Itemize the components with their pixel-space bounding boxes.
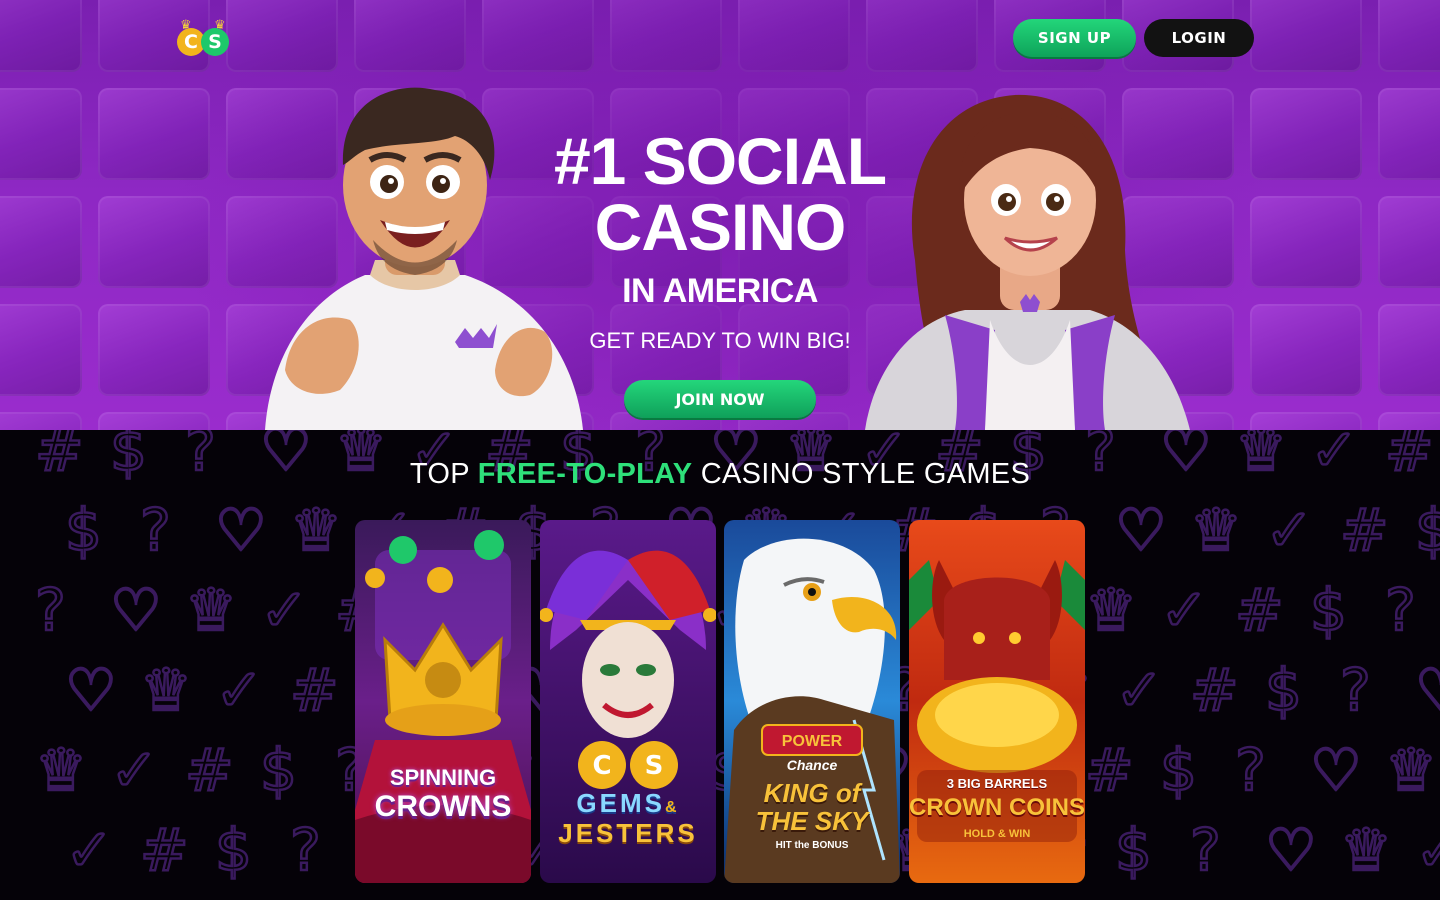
doodle-glyph: ♡	[1310, 736, 1362, 804]
logo-letter-s: S	[201, 28, 229, 56]
card-subtitle: HIT the BONUS	[775, 840, 849, 851]
game-card-crown-coins[interactable]: 3 BIG BARRELS CROWN COINS HOLD & WIN	[909, 520, 1085, 883]
spinning-crowns-art	[355, 520, 531, 883]
sign-up-button[interactable]: SIGN UP	[1013, 19, 1136, 57]
card-title-word: GEMS	[576, 788, 665, 818]
doodle-glyph: ♡	[1415, 656, 1440, 724]
doodle-glyph: ♛	[290, 496, 342, 564]
doodle-glyph: ?	[290, 816, 321, 884]
title-suffix: CASINO STYLE GAMES	[692, 458, 1031, 490]
doodle-glyph: $	[215, 816, 252, 884]
doodle-glyph: ♡	[1115, 496, 1167, 564]
doodle-glyph: ♛	[1340, 816, 1392, 884]
login-button[interactable]: LOGIN	[1144, 19, 1254, 57]
game-card-spinning-crowns[interactable]: SPINNING CROWNS	[355, 520, 531, 883]
doodle-glyph: ✓	[1115, 656, 1164, 724]
site-logo[interactable]: ♛ ♛ C S	[174, 18, 232, 60]
doodle-glyph: ✓	[110, 736, 159, 804]
doodle-glyph: ♡	[65, 656, 117, 724]
doodle-glyph: ♛	[185, 576, 237, 644]
hero-tagline: GET READY TO WIN BIG!	[589, 328, 851, 353]
card-title-line-1: GEMS&	[540, 788, 716, 819]
hero-headline: #1 SOCIAL CASINO IN AMERICA	[480, 128, 960, 316]
doodle-glyph: ♡	[110, 576, 162, 644]
doodle-glyph: ?	[140, 496, 171, 564]
doodle-glyph: ✓	[1415, 816, 1440, 884]
title-highlight: FREE-TO-PLAY	[477, 458, 693, 490]
doodle-glyph: ✓	[1265, 496, 1314, 564]
doodle-glyph: ?	[1340, 656, 1371, 724]
games-section-title: TOP FREE-TO-PLAY CASINO STYLE GAMES	[0, 458, 1440, 491]
title-prefix: TOP	[409, 458, 478, 490]
card-subtitle: HOLD & WIN	[963, 828, 1031, 840]
doodle-glyph: ✓	[215, 656, 264, 724]
doodle-glyph: ♛	[1085, 576, 1137, 644]
doodle-glyph: #	[290, 656, 339, 724]
card-title-line-2: CROWN COINS	[909, 794, 1085, 821]
doodle-glyph: $	[1310, 576, 1347, 644]
card-title-line-2: CROWNS	[374, 790, 512, 823]
doodle-glyph: #	[1085, 736, 1134, 804]
card-title-line-2: THE SKY	[755, 806, 869, 836]
headline-line-3: IN AMERICA	[622, 272, 818, 310]
doodle-glyph: #	[1190, 656, 1239, 724]
headline-line-1: #1 SOCIAL	[553, 124, 887, 198]
games-section: # $? ♡ ♛ ✓ # $? ♡ ♛ ✓ # $? ♡ ♛ ✓ # $? ♡ ♛ ✓ # $? ♡ ♛ ✓ # $? ♡ ♛ ✓ # $? ♡…	[0, 430, 1440, 900]
doodle-glyph: ✓	[260, 576, 309, 644]
doodle-glyph: $	[260, 736, 297, 804]
card-badge-chance: Chance	[786, 757, 838, 773]
doodle-glyph: #	[140, 816, 189, 884]
svg-text:C: C	[592, 751, 611, 781]
doodle-glyph: ♡	[1265, 816, 1317, 884]
doodle-glyph: ♛	[35, 736, 87, 804]
doodle-glyph: $	[1160, 736, 1197, 804]
join-now-button[interactable]: JOIN NOW	[624, 380, 816, 418]
doodle-glyph: #	[1235, 576, 1284, 644]
doodle-glyph: ♛	[1190, 496, 1242, 564]
doodle-glyph: #	[185, 736, 234, 804]
doodle-glyph: $	[65, 496, 102, 564]
doodle-pattern-background: # $? ♡ ♛ ✓ # $? ♡ ♛ ✓ # $? ♡ ♛ ✓ # $? ♡ ♛ ✓ # $? ♡ ♛ ✓ # $? ♡ ♛ ✓ # $? ♡…	[34, 430, 1440, 885]
card-title-line-2: JESTERS	[558, 818, 698, 848]
doodle-glyph: ♛	[140, 656, 192, 724]
card-title-ampersand: &	[665, 799, 680, 816]
doodle-glyph: $	[1265, 656, 1302, 724]
doodle-glyph: ?	[1235, 736, 1266, 804]
game-card-gems-jesters[interactable]: C S GEMS& JESTERS	[540, 520, 716, 883]
doodle-glyph: $	[1415, 496, 1440, 564]
doodle-glyph: ♛	[1385, 736, 1437, 804]
doodle-glyph: ✓	[1160, 576, 1209, 644]
doodle-glyph: ✓	[65, 816, 114, 884]
card-title-line-1: 3 BIG BARRELS	[946, 776, 1048, 791]
svg-text:S: S	[645, 751, 664, 781]
game-card-king-of-the-sky[interactable]: POWER Chance KING of THE SKY HIT the BON…	[724, 520, 900, 883]
doodle-glyph: $	[1115, 816, 1152, 884]
hero-banner: ♛ ♛ C S SIGN UP LOGIN #1 SOCIAL CASINO I…	[0, 0, 1440, 430]
headline-line-2: CASINO	[594, 190, 847, 264]
doodle-glyph: ?	[1190, 816, 1221, 884]
doodle-glyph: ?	[1385, 576, 1416, 644]
doodle-glyph: #	[1340, 496, 1389, 564]
doodle-glyph: ♡	[215, 496, 267, 564]
card-title-line-1: KING of	[763, 778, 861, 808]
card-title-line-1: SPINNING	[389, 765, 497, 790]
card-badge-power: POWER	[781, 733, 843, 750]
doodle-glyph: ?	[35, 576, 66, 644]
